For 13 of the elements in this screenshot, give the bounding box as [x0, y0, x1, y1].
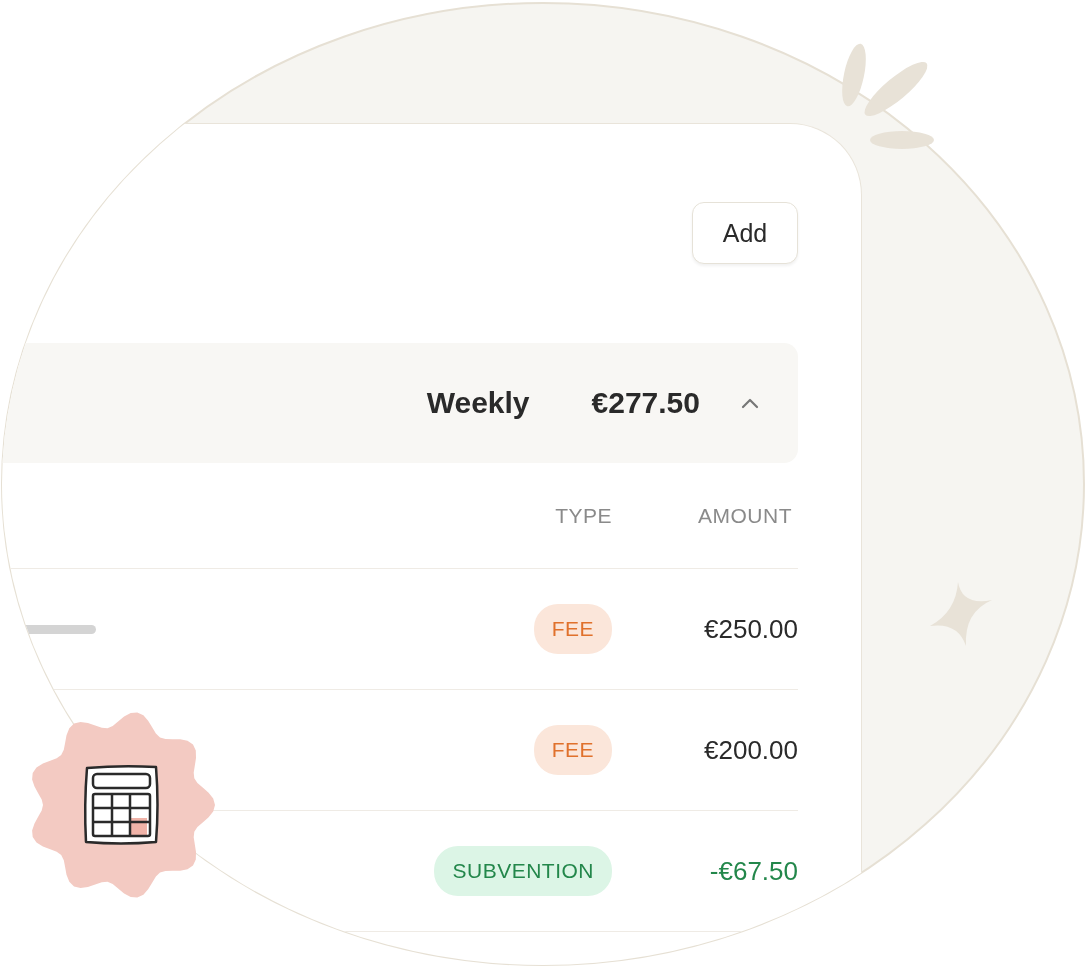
add-button[interactable]: Add [692, 202, 798, 264]
sparkle-icon [930, 582, 992, 646]
summary-bar[interactable]: Weekly €277.50 [0, 343, 798, 463]
amount-text: €200.00 [704, 734, 798, 766]
column-header: TYPE [555, 503, 612, 528]
total-amount: €277.50 [591, 386, 700, 420]
type-tag: FEE [533, 725, 612, 775]
amount-text: -€67.50 [709, 855, 798, 887]
period-label: Weekly [426, 386, 530, 420]
column-header: AMOUNT [698, 503, 792, 528]
type-tag: FEE [533, 604, 612, 654]
type-tag: SUBVENTION [434, 846, 612, 896]
amount-text: €250.00 [704, 613, 798, 645]
